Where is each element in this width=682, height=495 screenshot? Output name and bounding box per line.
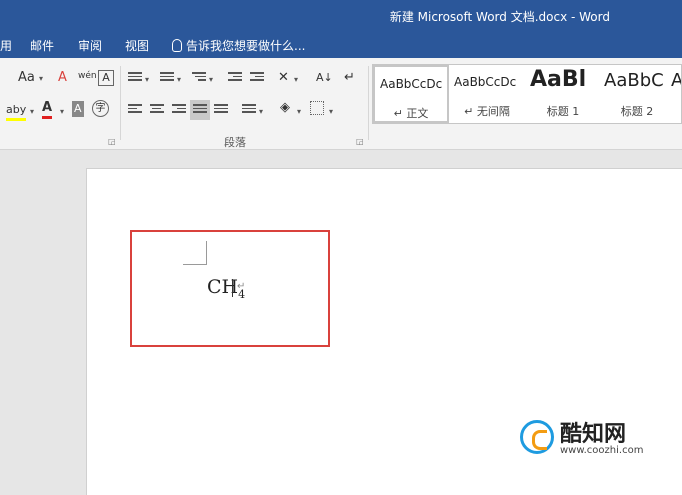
decrease-indent-icon[interactable] <box>228 72 242 84</box>
align-left-icon[interactable] <box>128 104 142 116</box>
font-color-dropdown-icon[interactable]: ▾ <box>60 104 64 120</box>
enclose-characters-icon[interactable]: 字 <box>92 100 109 117</box>
show-marks-icon[interactable]: ↵ <box>344 70 355 86</box>
text-cursor <box>232 279 233 297</box>
clear-formatting-icon[interactable]: A <box>58 70 67 86</box>
font-dialog-launcher-icon[interactable]: ◲ <box>108 137 116 146</box>
style-normal[interactable]: AaBbCcDc ↵ 正文 <box>373 65 449 123</box>
character-shading-icon[interactable]: A <box>72 101 84 117</box>
multilevel-list-icon[interactable] <box>192 72 206 84</box>
group-separator <box>120 66 121 140</box>
numbering-icon[interactable] <box>160 72 174 84</box>
site-watermark: 酷知网 www.coozhi.com <box>514 412 654 462</box>
watermark-url: www.coozhi.com <box>560 445 644 456</box>
align-right-icon[interactable] <box>172 104 186 116</box>
style-heading-1[interactable]: AaBl 标题 1 <box>525 65 601 123</box>
line-spacing-dropdown-icon[interactable]: ▾ <box>259 104 263 120</box>
title-bar: 新建 Microsoft Word 文档.docx - Word <box>0 0 682 32</box>
paragraph-mark: ↵ <box>237 281 246 292</box>
watermark-logo-icon <box>520 420 554 454</box>
shading-icon[interactable]: ◈ <box>280 100 290 116</box>
borders-dropdown-icon[interactable]: ▾ <box>329 104 333 120</box>
tell-me-text: 告诉我您想要做什么... <box>186 39 306 53</box>
tell-me-search[interactable]: 告诉我您想要做什么... <box>172 37 305 54</box>
document-canvas: CH4 ↵ 酷知网 www.coozhi.com <box>0 150 682 495</box>
chinese-layout-dropdown-icon[interactable]: ▾ <box>294 72 298 88</box>
bullets-dropdown-icon[interactable]: ▾ <box>145 72 149 88</box>
sort-icon[interactable]: A↓ <box>316 70 333 86</box>
lightbulb-icon <box>172 39 182 52</box>
chinese-layout-icon[interactable]: ✕ <box>278 70 289 86</box>
highlight-dropdown-icon[interactable]: ▾ <box>30 104 34 120</box>
ribbon-tabs: 用 邮件 审阅 视图 告诉我您想要做什么... <box>0 32 682 58</box>
character-border-icon[interactable]: A <box>98 70 114 86</box>
window-title: 新建 Microsoft Word 文档.docx - Word <box>389 10 610 24</box>
watermark-name: 酷知网 <box>560 422 627 447</box>
style-heading-2[interactable]: AaBbC 标题 2 <box>599 65 675 123</box>
paragraph-dialog-launcher-icon[interactable]: ◲ <box>356 137 364 146</box>
tab-mailings[interactable]: 邮件 <box>30 37 54 54</box>
tab-review[interactable]: 审阅 <box>78 37 102 54</box>
change-case-button[interactable]: Aa ▾ <box>18 70 43 87</box>
highlight-color-button[interactable]: aby <box>6 102 27 121</box>
tab-view[interactable]: 视图 <box>125 37 149 54</box>
bullets-icon[interactable] <box>128 72 142 84</box>
tab-partial[interactable]: 用 <box>0 37 12 54</box>
borders-icon[interactable] <box>310 101 324 115</box>
style-next-partial[interactable]: A <box>669 65 681 123</box>
shading-dropdown-icon[interactable]: ▾ <box>297 104 301 120</box>
distributed-icon[interactable] <box>214 104 228 116</box>
group-separator <box>368 66 369 140</box>
paragraph-group-label: 段落 <box>224 136 246 149</box>
styles-gallery: AaBbCcDc ↵ 正文 AaBbCcDc ↵ 无间隔 AaBl 标题 1 A… <box>372 64 682 124</box>
font-color-button[interactable]: A <box>42 100 53 119</box>
ribbon: Aa ▾ A wén A aby ▾ A ▾ A 字 ▾ ▾ ▾ ✕ ▾ A↓ … <box>0 58 682 150</box>
style-no-spacing[interactable]: AaBbCcDc ↵ 无间隔 <box>449 65 525 123</box>
multilevel-dropdown-icon[interactable]: ▾ <box>209 72 213 88</box>
justify-icon[interactable] <box>190 100 210 120</box>
numbering-dropdown-icon[interactable]: ▾ <box>177 72 181 88</box>
increase-indent-icon[interactable] <box>250 72 264 84</box>
line-spacing-icon[interactable] <box>242 104 256 116</box>
align-center-icon[interactable] <box>150 104 164 116</box>
phonetic-guide-icon[interactable]: wén <box>78 68 97 84</box>
